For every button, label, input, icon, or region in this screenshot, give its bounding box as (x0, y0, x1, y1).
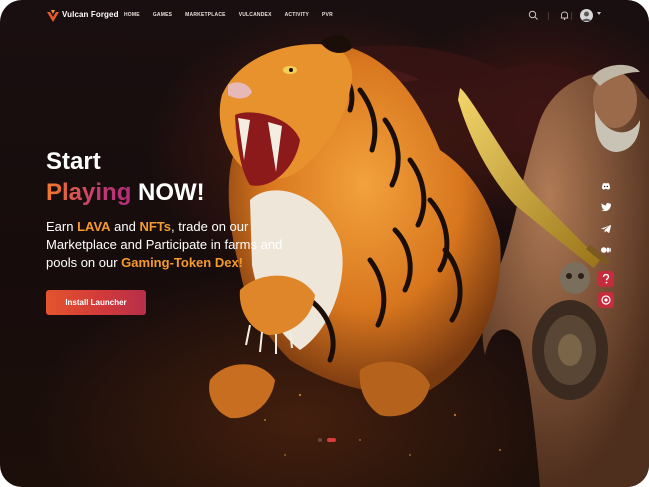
carousel-dot[interactable] (318, 438, 322, 442)
top-nav: Vulcan Forged HOME GAMES MARKETPLACE VUL… (0, 0, 649, 32)
chevron-down-icon[interactable] (597, 12, 601, 15)
twitter-icon[interactable] (598, 199, 614, 215)
nav-item-activity[interactable]: ACTIVITY (285, 12, 309, 18)
nav-divider (571, 12, 572, 20)
avatar[interactable] (580, 9, 593, 22)
help-icon[interactable] (598, 271, 614, 287)
hero-title: Start Playing NOW! (46, 146, 205, 208)
hero-title-line2: Playing NOW! (46, 177, 205, 208)
nav-item-home[interactable]: HOME (124, 12, 140, 18)
hero-title-line1: Start (46, 148, 101, 175)
install-launcher-button[interactable]: Install Launcher (46, 290, 146, 315)
app-frame: Vulcan Forged HOME GAMES MARKETPLACE VUL… (0, 0, 649, 487)
user-icon (582, 11, 591, 21)
nav-item-pvr[interactable]: PVR (322, 12, 333, 18)
medium-icon[interactable] (598, 242, 614, 258)
nav-item-games[interactable]: GAMES (153, 12, 172, 18)
desc-nfts: NFTs (139, 219, 172, 234)
search-icon[interactable] (528, 10, 539, 21)
brand-name[interactable]: Vulcan Forged (62, 10, 119, 19)
hero-title-playing: Playing (46, 179, 132, 206)
discord-icon[interactable] (598, 178, 614, 194)
desc-text: Earn (46, 219, 78, 234)
support-icon[interactable] (598, 292, 614, 308)
nav-item-vulcandex[interactable]: VULCANDEX (239, 12, 272, 18)
telegram-icon[interactable] (598, 221, 614, 237)
hero-description: Earn LAVA and NFTs, trade on our Marketp… (46, 218, 286, 272)
bell-icon[interactable] (559, 10, 570, 21)
desc-lava: LAVA (77, 219, 111, 234)
desc-dex-link[interactable]: Gaming-Token Dex! (121, 255, 243, 270)
main-menu: HOME GAMES MARKETPLACE VULCANDEX ACTIVIT… (124, 12, 333, 18)
carousel-dot-active[interactable] (327, 438, 336, 442)
vulcan-logo-icon[interactable] (46, 9, 60, 23)
nav-item-marketplace[interactable]: MARKETPLACE (185, 12, 226, 18)
nav-divider (548, 12, 549, 20)
desc-text: and (110, 219, 140, 234)
hero-title-now: NOW! (131, 179, 205, 206)
